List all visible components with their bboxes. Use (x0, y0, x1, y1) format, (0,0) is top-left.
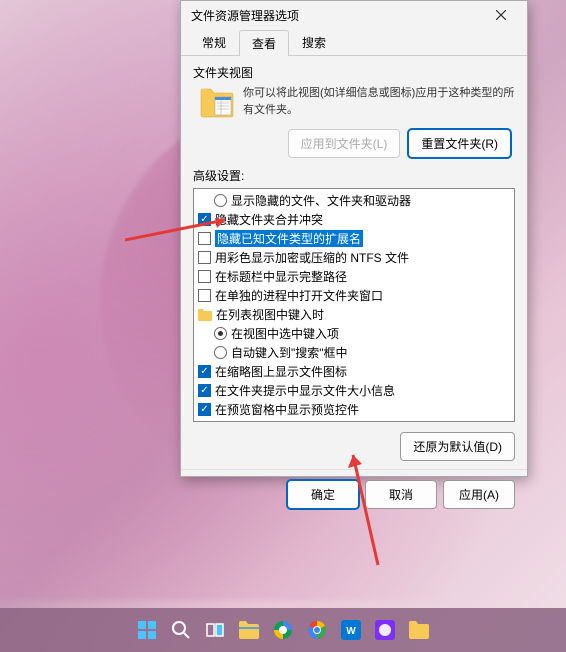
checkbox-icon[interactable] (198, 270, 211, 283)
advanced-item-3[interactable]: 用彩色显示加密或压缩的 NTFS 文件 (196, 248, 512, 267)
start-button[interactable] (133, 616, 161, 644)
advanced-item-label: 在视图中选中键入项 (231, 325, 339, 342)
advanced-item-label: 用彩色显示加密或压缩的 NTFS 文件 (215, 249, 409, 266)
svg-text:W: W (346, 626, 356, 637)
advanced-settings-section: 高级设置: 显示隐藏的文件、文件夹和驱动器 ✓ 隐藏文件夹合并冲突隐藏已知文件类型的… (193, 167, 515, 461)
task-view-icon[interactable] (201, 616, 229, 644)
tab-strip: 常规 查看 搜索 (181, 29, 527, 56)
cancel-button[interactable]: 取消 (365, 480, 437, 509)
folder-icon (198, 309, 212, 321)
search-icon[interactable] (167, 616, 195, 644)
advanced-item-label: 在列表视图中键入时 (216, 306, 324, 323)
dialog-title: 文件资源管理器选项 (191, 7, 299, 24)
app-icon-2[interactable] (371, 616, 399, 644)
taskbar[interactable]: W (0, 608, 566, 652)
ok-button[interactable]: 确定 (287, 480, 359, 509)
checkbox-icon[interactable] (198, 251, 211, 264)
checkbox-icon[interactable] (198, 232, 211, 245)
folder-views-section: 文件夹视图 你可以将此视图(如详细信息或图标)应用于这种类型的所有文件夹。 (193, 64, 515, 159)
checkbox-icon[interactable]: ✓ (198, 403, 211, 416)
tab-view[interactable]: 查看 (239, 30, 289, 56)
advanced-item-label: 在文件夹提示中显示文件大小信息 (215, 382, 395, 399)
advanced-item-1[interactable]: ✓ 隐藏文件夹合并冲突 (196, 210, 512, 229)
advanced-item-8[interactable]: 自动键入到"搜索"框中 (196, 343, 512, 362)
advanced-item-label: 在缩略图上显示文件图标 (215, 363, 347, 380)
advanced-item-label: 在标题栏中显示完整路径 (215, 268, 347, 285)
radio-icon[interactable] (214, 194, 227, 207)
folder-views-icon (199, 85, 235, 121)
checkbox-icon[interactable]: ✓ (198, 365, 211, 378)
advanced-item-9[interactable]: ✓ 在缩略图上显示文件图标 (196, 362, 512, 381)
advanced-item-label: 自动键入到"搜索"框中 (231, 344, 348, 361)
tab-general[interactable]: 常规 (189, 29, 239, 55)
close-icon (496, 10, 506, 20)
advanced-item-label: 隐藏已知文件类型的扩展名 (215, 230, 363, 247)
checkbox-icon[interactable]: ✓ (198, 384, 211, 397)
folder-views-label: 文件夹视图 (193, 64, 515, 81)
checkbox-icon[interactable] (198, 289, 211, 302)
apply-button[interactable]: 应用(A) (443, 480, 515, 509)
file-explorer-icon[interactable] (235, 616, 263, 644)
advanced-settings-list[interactable]: 显示隐藏的文件、文件夹和驱动器 ✓ 隐藏文件夹合并冲突隐藏已知文件类型的扩展名用彩色… (193, 188, 515, 422)
advanced-item-label: 显示隐藏的文件、文件夹和驱动器 (231, 192, 411, 209)
advanced-item-label: 在预览窗格中显示预览控件 (215, 401, 359, 418)
close-button[interactable] (481, 1, 521, 29)
reset-folders-button[interactable]: 重置文件夹(R) (408, 129, 511, 158)
app-icon-3[interactable] (405, 616, 433, 644)
advanced-item-4[interactable]: 在标题栏中显示完整路径 (196, 267, 512, 286)
radio-icon[interactable] (214, 346, 227, 359)
radio-icon[interactable] (214, 327, 227, 340)
advanced-label: 高级设置: (193, 167, 515, 184)
chrome-icon[interactable] (303, 616, 331, 644)
advanced-item-10[interactable]: ✓ 在文件夹提示中显示文件大小信息 (196, 381, 512, 400)
dialog-button-row: 确定 取消 应用(A) (181, 469, 527, 519)
advanced-item-7[interactable]: 在视图中选中键入项 (196, 324, 512, 343)
restore-defaults-button[interactable]: 还原为默认值(D) (400, 432, 515, 461)
advanced-item-2[interactable]: 隐藏已知文件类型的扩展名 (196, 229, 512, 248)
advanced-item-0[interactable]: 显示隐藏的文件、文件夹和驱动器 (196, 191, 512, 210)
advanced-item-label: 隐藏文件夹合并冲突 (215, 211, 323, 228)
app-icon-1[interactable]: W (337, 616, 365, 644)
titlebar: 文件资源管理器选项 (181, 1, 527, 29)
edge-icon[interactable] (269, 616, 297, 644)
checkbox-icon[interactable]: ✓ (198, 213, 211, 226)
advanced-item-6[interactable]: 在列表视图中键入时 (196, 305, 512, 324)
advanced-item-label: 在单独的进程中打开文件夹窗口 (215, 287, 383, 304)
advanced-item-11[interactable]: ✓ 在预览窗格中显示预览控件 (196, 400, 512, 419)
tab-content-view: 文件夹视图 你可以将此视图(如详细信息或图标)应用于这种类型的所有文件夹。 (181, 56, 527, 469)
folder-options-dialog: 文件资源管理器选项 常规 查看 搜索 文件夹视图 (180, 0, 528, 477)
apply-to-folders-button[interactable]: 应用到文件夹(L) (288, 129, 401, 158)
advanced-item-5[interactable]: 在单独的进程中打开文件夹窗口 (196, 286, 512, 305)
folder-views-description: 你可以将此视图(如详细信息或图标)应用于这种类型的所有文件夹。 (243, 85, 515, 121)
tab-search[interactable]: 搜索 (289, 29, 339, 55)
